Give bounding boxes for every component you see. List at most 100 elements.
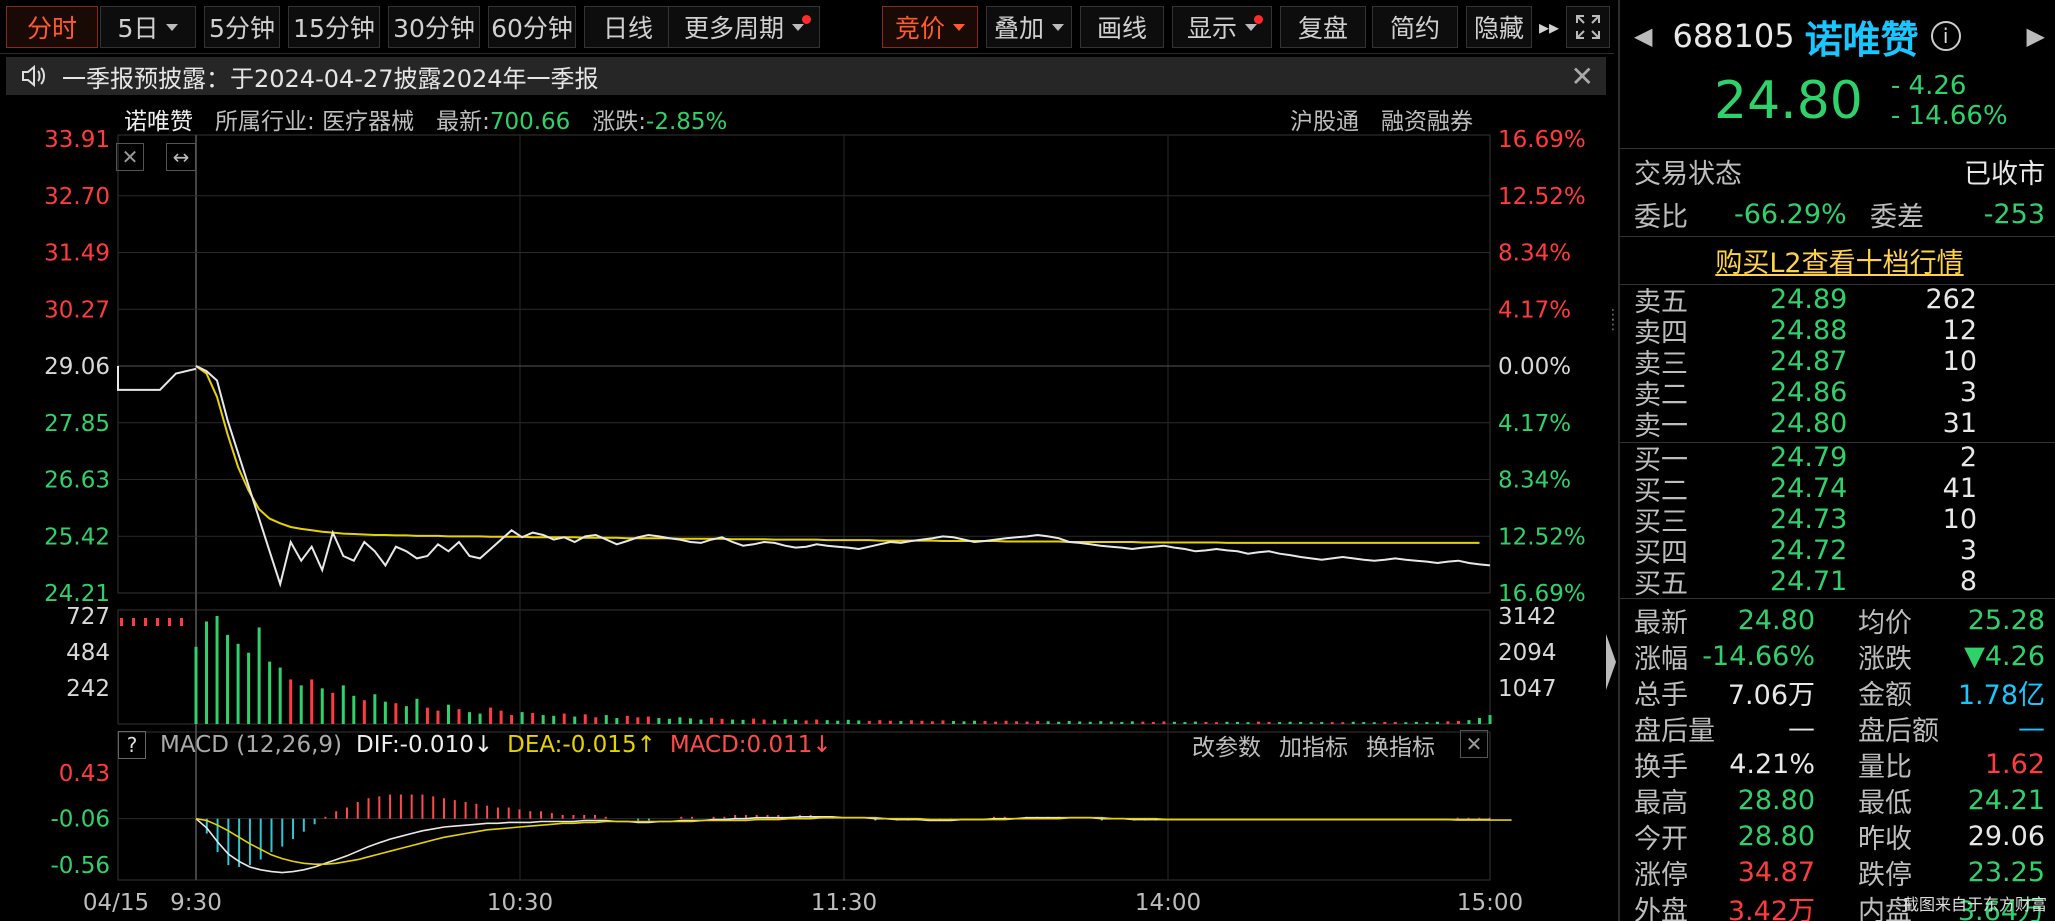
tab-4[interactable]: 15分钟 — [288, 6, 380, 48]
volume-bar — [1372, 722, 1376, 724]
volume-bar — [436, 710, 440, 724]
tab-7[interactable]: 日线 — [584, 6, 672, 48]
stat-value: 24.80 — [1737, 604, 1815, 636]
macd-action-button[interactable]: 加指标 — [1279, 728, 1348, 762]
tool-2[interactable]: 叠加 — [986, 6, 1072, 48]
stat-value: ▼4.26 — [1964, 640, 2045, 672]
ask-row[interactable]: 卖二 24.86 3 — [1634, 377, 2045, 411]
bid-row[interactable]: 买三 24.73 10 — [1634, 504, 2045, 538]
tool-6[interactable]: 简约 — [1372, 6, 1458, 48]
volume-bar — [1383, 721, 1387, 724]
notice-bar[interactable]: 一季报预披露：于2024-04-27披露2024年一季报 ✕ — [6, 57, 1606, 95]
tool-3[interactable]: 画线 — [1080, 6, 1164, 48]
fullscreen-button[interactable] — [1566, 6, 1610, 48]
volume-bar — [867, 721, 871, 724]
macd-close-icon[interactable]: ✕ — [1460, 730, 1488, 758]
volume-bar — [499, 710, 503, 724]
volume-bar — [415, 698, 419, 724]
bid-row[interactable]: 买四 24.72 3 — [1634, 534, 2045, 569]
chart-close-icon[interactable]: ✕ — [116, 143, 144, 171]
ask-row[interactable]: 卖三 24.87 10 — [1634, 346, 2045, 380]
tool-4[interactable]: 显示 — [1172, 6, 1272, 48]
volume-bar — [1099, 721, 1103, 724]
prev-stock-icon[interactable]: ◀ — [1634, 22, 1652, 50]
tab-label: 15分钟 — [293, 14, 375, 43]
panel-splitter-handle[interactable]: ⋮ ⋮ — [1606, 308, 1620, 350]
volume-bar — [973, 720, 977, 724]
volume-layer — [120, 616, 1492, 724]
price-tick-left: 32.70 — [44, 184, 110, 210]
stat-value: — — [1788, 712, 1815, 744]
macd-help-button[interactable]: ? — [118, 731, 146, 759]
stock-name-large: 诺唯赞 — [1804, 17, 1919, 62]
tab-3[interactable]: 5分钟 — [204, 6, 280, 48]
stat-label: 最高 — [1634, 787, 1688, 819]
volume-bar — [1057, 721, 1061, 724]
volume-bar — [1193, 721, 1197, 724]
tab-2[interactable]: 5日 — [100, 6, 196, 48]
volume-bar — [604, 715, 608, 724]
price-change-group: - 4.26 - 14.66% — [1891, 71, 2008, 131]
next-stock-icon[interactable]: ▶ — [2027, 22, 2045, 50]
volume-bar — [825, 720, 829, 724]
volume-bar — [994, 721, 998, 724]
volume-bar — [804, 720, 808, 724]
volume-bar — [1320, 721, 1324, 724]
tool-7[interactable]: 隐藏 — [1466, 6, 1532, 48]
tool-1[interactable]: 竞价 — [882, 6, 978, 48]
macd-action-button[interactable]: 改参数 — [1192, 728, 1261, 762]
level-volume: 2 — [1959, 441, 1977, 473]
level-price: 24.88 — [1770, 314, 1848, 346]
volume-bar — [709, 717, 713, 724]
macd-legend: ? MACD (12,26,9) DIF:-0.010↓ DEA:-0.015↑… — [118, 729, 832, 761]
chart-pan-icon[interactable]: ↔ — [166, 143, 196, 171]
volume-bar — [289, 679, 293, 724]
volume-bar — [888, 720, 892, 724]
weicha-value: -253 — [1983, 198, 2045, 230]
expand-toolbar-button[interactable]: ▸▸ — [1532, 6, 1566, 48]
preopen-volume-bar — [156, 618, 159, 626]
volume-bar — [468, 712, 472, 724]
volume-bar — [1425, 722, 1429, 724]
bid-row[interactable]: 买一 24.79 2 — [1634, 441, 2045, 476]
last-price: 24.80 — [1714, 71, 1863, 131]
l2-purchase-link[interactable]: 购买L2查看十档行情 — [1715, 241, 1963, 280]
tool-5[interactable]: 复盘 — [1280, 6, 1366, 48]
volume-tick-right: 1047 — [1498, 676, 1557, 702]
close-notice-icon[interactable]: ✕ — [1571, 60, 1594, 93]
volume-bar — [1456, 721, 1460, 724]
volume-bar — [731, 719, 735, 724]
volume-bar — [1214, 722, 1218, 724]
volume-bar — [1246, 722, 1250, 724]
level-volume: 3 — [1959, 534, 1977, 566]
stat-label: 外盘 — [1634, 895, 1688, 921]
bid-row[interactable]: 买二 24.74 41 — [1634, 473, 2045, 507]
ask-row[interactable]: 卖五 24.89 262 — [1634, 284, 2045, 318]
stat-label: 涨幅 — [1634, 643, 1688, 675]
tool-label: 显示 — [1186, 14, 1237, 43]
weibi-label: 委比 — [1634, 201, 1688, 233]
bid-row[interactable]: 买五 24.71 8 — [1634, 566, 2045, 600]
macd-action-button[interactable]: 换指标 — [1366, 728, 1435, 762]
ask-row[interactable]: 卖一 24.80 31 — [1634, 408, 2045, 442]
collapse-panel-icon[interactable] — [1604, 632, 1618, 692]
volume-bar — [646, 716, 650, 724]
chevron-down-icon — [1245, 23, 1257, 31]
macd-name[interactable]: MACD (12,26,9) — [160, 732, 342, 758]
tab-6[interactable]: 60分钟 — [488, 6, 576, 48]
info-icon[interactable]: i — [1930, 21, 1961, 51]
stat-label: 盘后额 — [1858, 715, 1939, 747]
intraday-chart[interactable]: 33.91 16.69% 32.70 12.52% 31.49 8.34% 30.27 4.1… — [0, 96, 1614, 921]
ask-row[interactable]: 卖四 24.88 12 — [1634, 314, 2045, 349]
tab-1[interactable]: 分时 — [6, 6, 98, 48]
volume-bar — [552, 715, 556, 724]
preopen-line — [117, 366, 197, 391]
stat-value: 23.25 — [1967, 856, 2045, 888]
volume-bar — [657, 718, 661, 724]
volume-bar — [1183, 722, 1187, 724]
tab-5[interactable]: 30分钟 — [388, 6, 480, 48]
weicha-label: 委差 — [1870, 201, 1924, 233]
volume-bar — [520, 712, 524, 724]
tab-8[interactable]: 更多周期 — [668, 6, 820, 48]
volume-bar — [1446, 721, 1450, 724]
